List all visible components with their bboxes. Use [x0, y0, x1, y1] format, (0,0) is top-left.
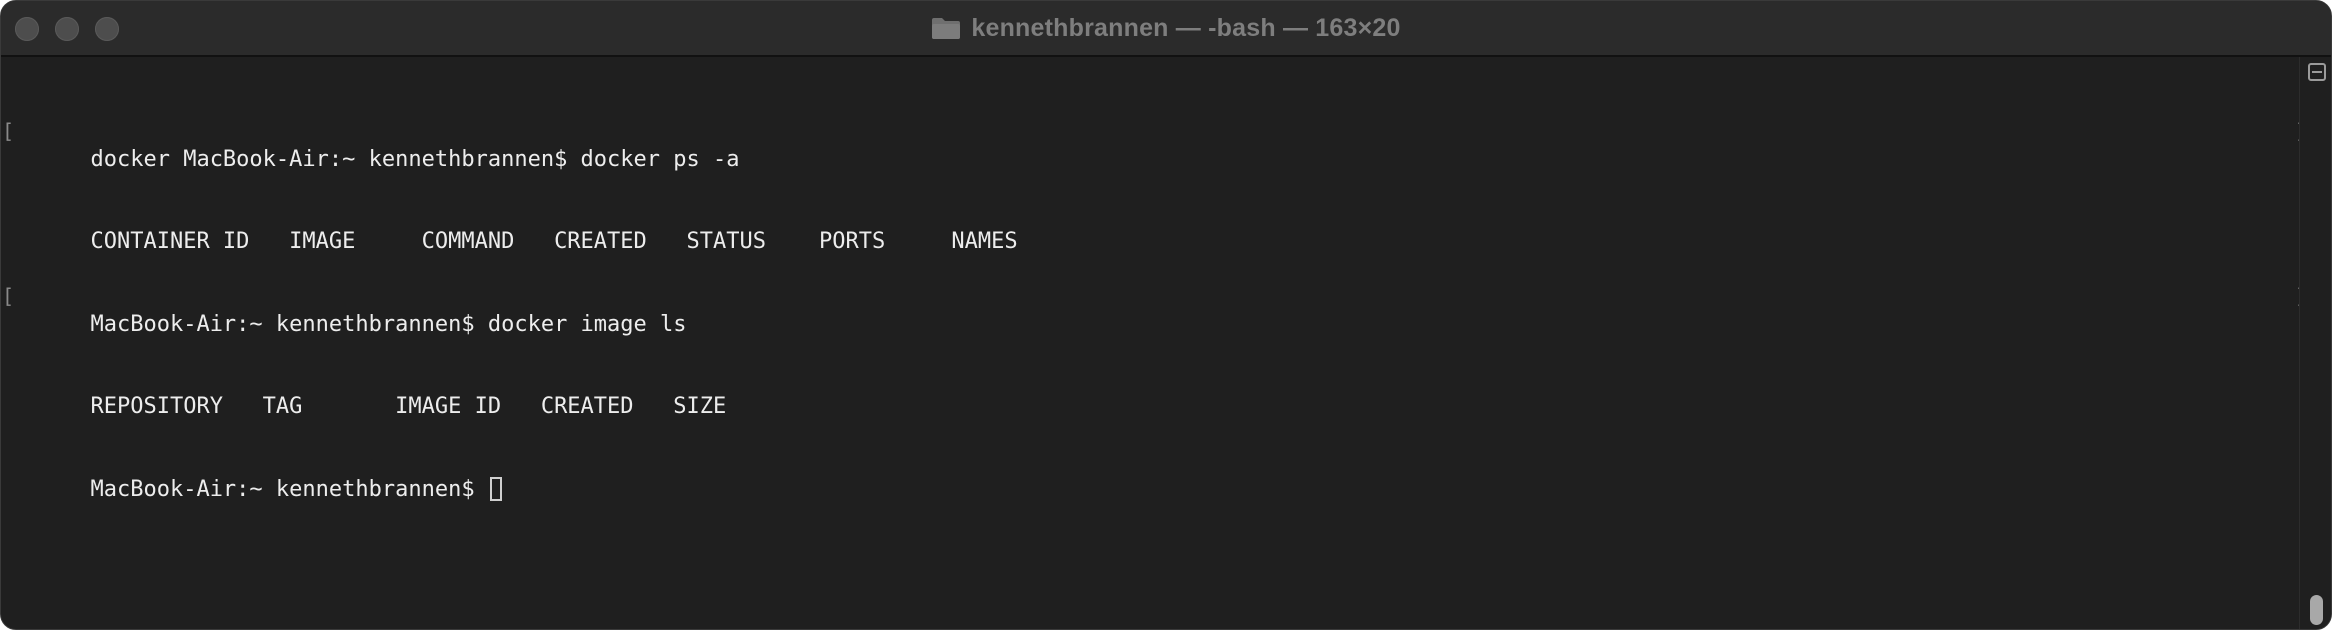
scrollbar-thumb[interactable] [2310, 595, 2323, 625]
folder-icon [932, 18, 961, 39]
output-header: CONTAINER ID IMAGE COMMAND CREATED STATU… [90, 229, 1018, 254]
text-cursor [489, 476, 502, 501]
title-bar[interactable]: kennethbrannen — -bash — 163×20 [1, 1, 2331, 57]
prompt-line: MacBook-Air:~ kennethbrannen$ [90, 476, 488, 502]
split-pane-icon[interactable] [2308, 63, 2326, 81]
terminal-line-2: CONTAINER ID IMAGE COMMAND CREATED STATU… [11, 201, 2293, 254]
terminal-line-5: MacBook-Air:~ kennethbrannen$ [11, 448, 2293, 502]
terminal-line-1: [ docker MacBook-Air:~ kennethbrannen$ do… [2, 118, 2307, 172]
terminal-output[interactable]: [ docker MacBook-Air:~ kennethbrannen$ do… [1, 57, 2307, 629]
line-mark-left: [ [2, 119, 15, 143]
line-mark-left: [ [2, 284, 15, 308]
terminal-window: kennethbrannen — -bash — 163×20 [ docker … [0, 0, 2332, 630]
window-title: kennethbrannen — -bash — 163×20 [971, 13, 1401, 42]
output-header: REPOSITORY TAG IMAGE ID CREATED SIZE [90, 394, 727, 419]
window-title-group: kennethbrannen — -bash — 163×20 [1, 1, 2331, 55]
terminal-line-4: REPOSITORY TAG IMAGE ID CREATED SIZE [11, 366, 2293, 419]
vertical-scrollbar[interactable] [2299, 57, 2331, 629]
terminal-line-3: [ MacBook-Air:~ kennethbrannen$ docker im… [2, 283, 2307, 337]
command-line: MacBook-Air:~ kennethbrannen$ docker ima… [90, 311, 687, 337]
command-line: docker MacBook-Air:~ kennethbrannen$ doc… [90, 146, 740, 172]
